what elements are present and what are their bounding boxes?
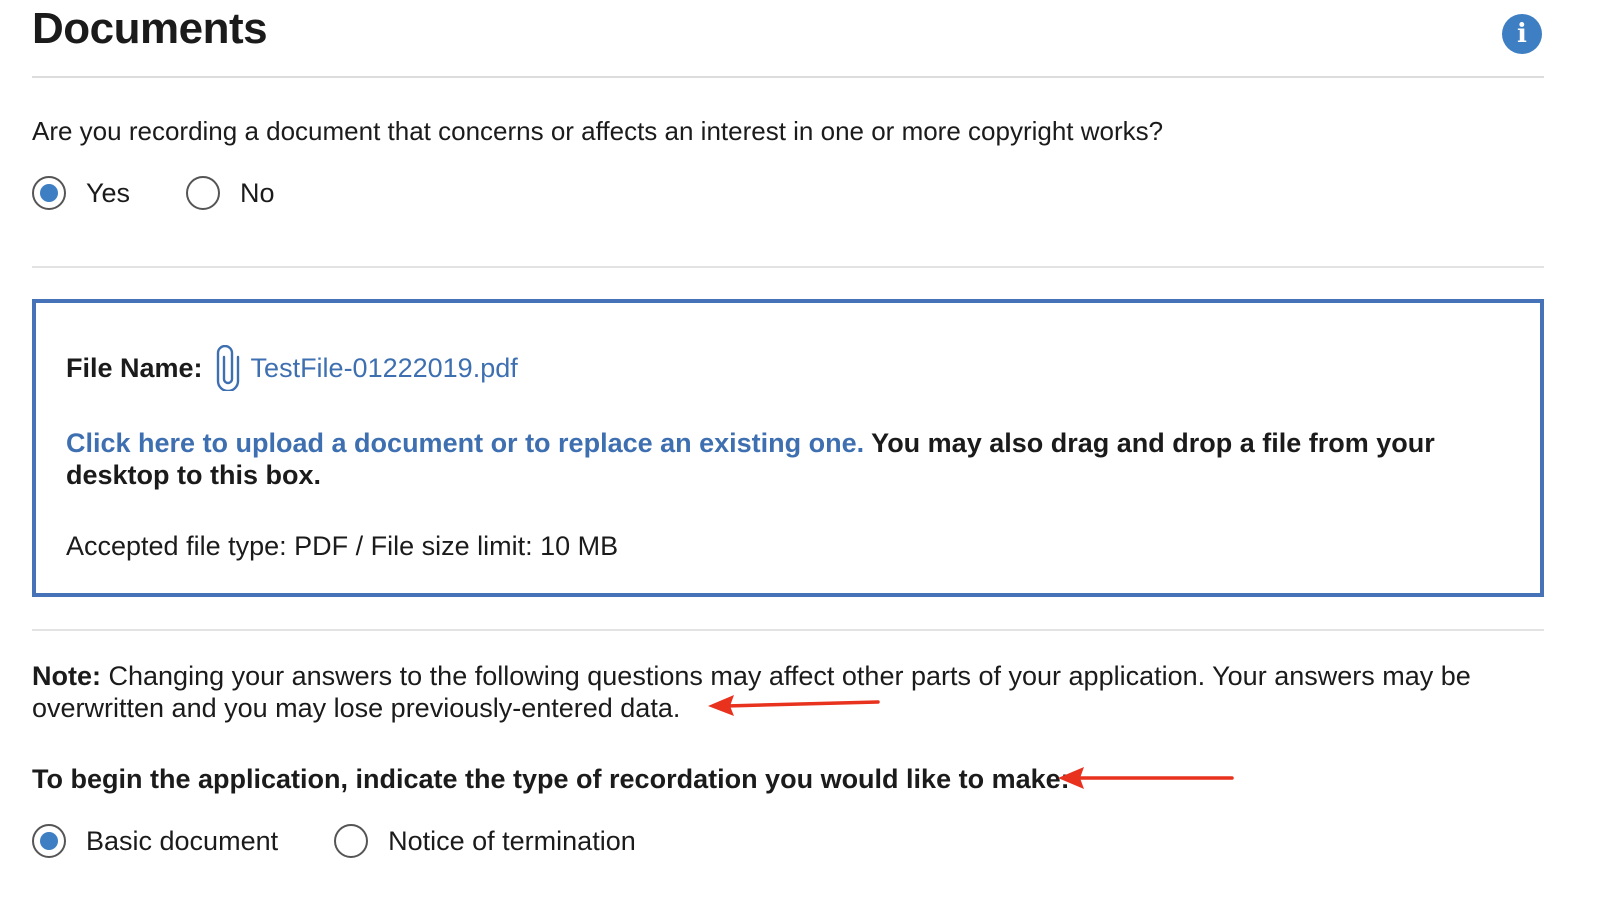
- page-title: Documents: [32, 4, 268, 53]
- radio-notice-of-termination[interactable]: [334, 824, 369, 858]
- annotation-arrow-prompt: [1058, 767, 1234, 789]
- radio-option-yes[interactable]: Yes: [32, 176, 130, 210]
- upload-document-link[interactable]: Click here to upload a document or to re…: [66, 428, 864, 458]
- copyright-radio-group: Yes No: [32, 176, 275, 210]
- upload-instructions: Click here to upload a document or to re…: [66, 427, 1506, 491]
- radio-basic-document[interactable]: [32, 824, 66, 858]
- uploaded-file-link[interactable]: TestFile-01222019.pdf: [251, 353, 518, 384]
- radio-option-notice-of-termination[interactable]: Notice of termination: [334, 824, 636, 858]
- file-name-row: File Name: TestFile-01222019.pdf: [66, 345, 518, 391]
- page-header: Documents i: [32, 0, 1544, 78]
- recordation-radio-group: Basic document Notice of termination: [32, 824, 636, 858]
- radio-no[interactable]: [186, 176, 221, 210]
- radio-option-no[interactable]: No: [186, 176, 275, 210]
- documents-page: Documents i Are you recording a document…: [32, 0, 1544, 901]
- radio-label-basic-document: Basic document: [86, 825, 279, 856]
- info-icon[interactable]: i: [1502, 14, 1542, 54]
- file-drop-zone[interactable]: File Name: TestFile-01222019.pdf Click h…: [32, 299, 1544, 597]
- annotation-arrow-note: [708, 695, 880, 716]
- radio-option-basic-document[interactable]: Basic document: [32, 824, 278, 858]
- radio-label-notice-of-termination: Notice of termination: [388, 825, 636, 856]
- recordation-type-prompt: To begin the application, indicate the t…: [32, 764, 1070, 794]
- accepted-file-info: Accepted file type: PDF / File size limi…: [66, 531, 619, 561]
- radio-yes[interactable]: [32, 176, 66, 210]
- section-divider: [32, 266, 1544, 268]
- note-label: Note:: [32, 661, 101, 691]
- copyright-question: Are you recording a document that concer…: [32, 116, 1164, 146]
- paperclip-icon: [216, 345, 239, 391]
- file-name-label: File Name:: [66, 352, 203, 383]
- section-divider: [32, 629, 1544, 631]
- radio-label-yes: Yes: [86, 177, 131, 208]
- radio-label-no: No: [240, 177, 275, 208]
